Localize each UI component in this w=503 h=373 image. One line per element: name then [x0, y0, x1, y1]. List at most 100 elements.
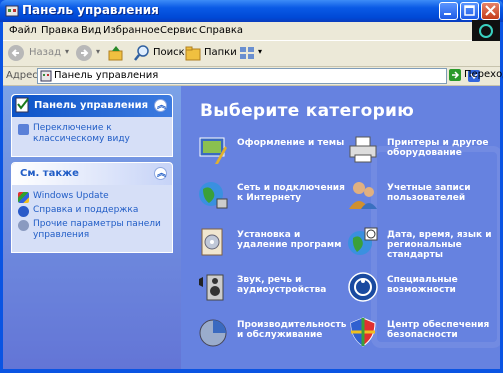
up-folder-icon [108, 46, 123, 61]
help-support-link[interactable]: Справка и поддержка [18, 205, 166, 217]
forward-arrow-icon [76, 45, 92, 61]
content-area: Панель управления ︽ Переключение к класс… [3, 86, 500, 369]
back-label: Назад [29, 47, 62, 58]
collapse-button[interactable]: ︽ [154, 99, 167, 112]
see-also-box: См. также ︽ Windows Update Справка и под… [11, 162, 173, 253]
window-title: Панель управления [22, 3, 159, 17]
sound-icon [199, 274, 224, 301]
close-button[interactable] [481, 2, 500, 20]
category-user-accounts[interactable]: Учетные записи пользователей [347, 179, 497, 213]
search-button[interactable]: Поиск [134, 45, 185, 63]
classic-view-icon [18, 124, 29, 135]
task-box-header[interactable]: Панель управления ︽ [12, 95, 172, 117]
control-panel-icon [5, 5, 19, 17]
classic-view-label: Переключение к классическому виду [33, 123, 130, 144]
accessibility-icon [348, 272, 378, 302]
chevron-up-icon: ︽ [157, 169, 167, 179]
category-add-remove-programs[interactable]: Установка и удаление программ [197, 226, 347, 260]
back-dropdown-icon[interactable]: ▾ [65, 47, 69, 65]
category-label: Звук, речь и аудиоустройства [237, 275, 327, 295]
chevron-up-icon: ︽ [157, 101, 167, 111]
category-date-time-language[interactable]: Дата, время, язык и региональные стандар… [347, 226, 497, 260]
control-panel-checklist-icon [15, 97, 29, 113]
control-panel-task-box: Панель управления ︽ Переключение к класс… [11, 94, 173, 157]
performance-icon [199, 319, 227, 347]
menu-bar: Файл Правка Вид Избранное Сервис Справка [3, 22, 500, 41]
minimize-button[interactable] [439, 2, 458, 20]
windows-update-icon [18, 192, 29, 203]
category-appearance[interactable]: Оформление и темы [197, 134, 347, 168]
menu-view[interactable]: Вид [81, 25, 101, 36]
back-arrow-icon [8, 45, 24, 61]
see-also-body: Windows Update Справка и поддержка Прочи… [12, 185, 172, 252]
users-icon [349, 182, 377, 209]
pick-category-heading: Выберите категорию [200, 101, 415, 121]
address-bar: Адрес: Панель управления Переход [3, 67, 503, 86]
category-sound[interactable]: Звук, речь и аудиоустройства [197, 271, 347, 305]
menu-tools[interactable]: Сервис [160, 25, 197, 36]
close-icon [485, 5, 496, 16]
datetime-icon [348, 227, 378, 255]
windows-flag-icon [479, 24, 493, 38]
address-value: Панель управления [54, 70, 159, 81]
folders-label: Папки [204, 47, 237, 58]
title-bar[interactable]: Панель управления [0, 0, 503, 22]
appearance-icon [199, 137, 227, 164]
category-pane: Выберите категорию Оформление и темы При… [181, 86, 500, 369]
explorer-window: Панель управления Файл Правка Вид Избран… [0, 0, 503, 373]
control-panel-small-icon [40, 70, 52, 82]
maximize-icon [464, 5, 475, 16]
address-input[interactable]: Панель управления [37, 68, 480, 84]
category-accessibility[interactable]: Специальные возможности [347, 271, 497, 305]
windows-update-link[interactable]: Windows Update [18, 191, 166, 203]
category-label: Принтеры и другое оборудование [387, 138, 489, 158]
category-performance[interactable]: Производительность и обслуживание [197, 316, 347, 350]
printer-icon [349, 136, 377, 163]
category-network[interactable]: Сеть и подключения к Интернету [197, 179, 347, 213]
windows-update-label: Windows Update [33, 191, 109, 201]
category-label: Учетные записи пользователей [387, 183, 471, 203]
programs-icon [201, 228, 223, 256]
see-also-collapse-button[interactable]: ︽ [154, 167, 167, 180]
other-options-link[interactable]: Прочие параметры панели управления [18, 219, 166, 241]
forward-button[interactable] [75, 45, 95, 63]
gear-icon [18, 220, 29, 231]
category-label: Установка и удаление программ [237, 230, 342, 250]
minimize-icon [444, 13, 451, 15]
menu-file[interactable]: Файл [9, 25, 37, 36]
back-button[interactable]: Назад [7, 45, 65, 63]
menu-edit[interactable]: Правка [41, 25, 79, 36]
category-label: Производительность и обслуживание [237, 320, 347, 340]
category-printers[interactable]: Принтеры и другое оборудование [347, 134, 497, 168]
search-label: Поиск [153, 47, 185, 58]
views-button[interactable]: ▾ [239, 45, 265, 63]
see-also-header[interactable]: См. также ︽ [12, 163, 172, 185]
folders-button[interactable]: Папки [185, 45, 237, 63]
category-security-center[interactable]: Центр обеспечения безопасности [347, 316, 497, 350]
views-icon [240, 47, 254, 59]
help-icon [18, 206, 29, 217]
maximize-button[interactable] [460, 2, 479, 20]
menu-favorites[interactable]: Избранное [103, 25, 160, 36]
category-label: Центр обеспечения безопасности [387, 320, 490, 340]
views-dropdown-icon: ▾ [258, 47, 263, 56]
go-arrow-icon [449, 69, 461, 81]
security-icon [350, 317, 376, 347]
see-also-title: См. также [20, 168, 79, 179]
help-support-label: Справка и поддержка [33, 205, 139, 215]
task-pane: Панель управления ︽ Переключение к класс… [3, 86, 181, 369]
address-label: Адрес: [6, 70, 42, 81]
category-label: Сеть и подключения к Интернету [237, 183, 345, 203]
windows-logo-badge [472, 20, 500, 42]
other-options-label: Прочие параметры панели управления [33, 219, 161, 240]
go-label: Переход [464, 69, 503, 80]
task-box-body: Переключение к классическому виду [12, 117, 172, 156]
folders-icon [185, 46, 201, 61]
switch-to-classic-view-link[interactable]: Переключение к классическому виду [18, 123, 166, 145]
network-icon [199, 182, 228, 209]
menu-help[interactable]: Справка [199, 25, 243, 36]
toolbar: Назад ▾ ▾ Поиск Папки ▾ [3, 41, 500, 67]
up-folder-button[interactable] [107, 45, 125, 63]
category-label: Оформление и темы [237, 138, 345, 148]
forward-dropdown-icon[interactable]: ▾ [96, 47, 100, 65]
